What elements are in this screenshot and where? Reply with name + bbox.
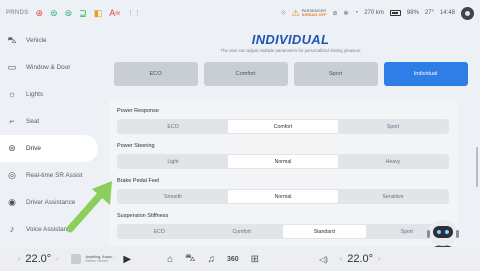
power-response-selector: ECO Comfort Sport: [117, 119, 449, 134]
scrollbar[interactable]: [476, 147, 478, 187]
headlight-icon: ⊜: [50, 7, 58, 18]
drive-mode-panel: INDIVIDUAL The user can adjust multiple …: [101, 27, 480, 246]
music-icon[interactable]: ♫: [207, 254, 215, 265]
app-dock: ⌂ ⛍ ♫ 360 ⊞: [167, 253, 259, 266]
airbag-icon: ⚠: [291, 7, 300, 18]
left-climate: ‹ 22.0° ›: [18, 253, 59, 265]
suspension-standard[interactable]: Standard: [283, 225, 366, 238]
brake-pedal-title: Brake Pedal Feel: [117, 178, 160, 184]
power-steering-title: Power Steering: [117, 143, 155, 149]
home-icon[interactable]: ⌂: [167, 254, 173, 265]
low-beam-icon: ⊒: [79, 7, 87, 18]
fog-light-icon: ⊜: [64, 7, 73, 18]
brake-pedal-normal[interactable]: Normal: [228, 190, 338, 203]
tire-icon: A≈: [109, 8, 121, 18]
power-response-sport[interactable]: Sport: [338, 120, 448, 133]
suspension-comfort[interactable]: Comfort: [201, 225, 284, 238]
lights-icon: ☼: [7, 89, 17, 99]
page-title: INDIVIDUAL: [251, 32, 330, 47]
increase-temp-right-icon[interactable]: ›: [378, 256, 380, 263]
page-subtitle: The user can adjust multiple parameters …: [220, 48, 361, 53]
mode-sport-button[interactable]: Sport: [293, 62, 378, 86]
car-icon: ⛍: [7, 35, 17, 45]
drive-mode-selector: ECO Comfort Sport Individual: [101, 62, 480, 86]
mode-eco-button[interactable]: ECO: [113, 62, 198, 86]
temperature-value: 27°: [424, 10, 434, 16]
battery-icon: [389, 10, 401, 16]
seat-icon: ⌐: [9, 116, 15, 126]
suspension-selector: ECO Comfort Standard Sport: [117, 224, 449, 239]
play-icon[interactable]: ▶: [123, 254, 131, 265]
left-temperature[interactable]: 22.0°: [25, 253, 51, 265]
song-title: Anything, Anyw...: [85, 254, 115, 259]
airbag-state: AIRBAG OFF: [301, 12, 327, 17]
sidebar-item-vehicle[interactable]: ⛍ Vehicle: [0, 27, 100, 54]
voice-icon: ♪: [9, 224, 15, 234]
decrease-temp-left-icon[interactable]: ‹: [18, 256, 20, 263]
increase-temp-left-icon[interactable]: ›: [56, 256, 58, 263]
pointer-arrow-icon: [66, 181, 112, 233]
right-climate: ‹ 22.0° ›: [340, 253, 381, 265]
power-steering-heavy[interactable]: Heavy: [338, 155, 448, 168]
decrease-temp-right-icon[interactable]: ‹: [340, 256, 342, 263]
suspension-eco[interactable]: ECO: [118, 225, 201, 238]
mode-comfort-button[interactable]: Comfort: [203, 62, 288, 86]
sr-assist-icon: ◎: [8, 170, 16, 180]
mode-individual-button[interactable]: Individual: [383, 62, 468, 86]
sidebar-item-drive[interactable]: ⊛ Drive: [0, 135, 98, 162]
individual-settings-panel: Power Response ECO Comfort Sport Power S…: [109, 99, 457, 246]
navigation-icon: ⬦: [281, 9, 286, 16]
power-steering-normal[interactable]: Normal: [228, 155, 338, 168]
avatar[interactable]: [461, 6, 474, 20]
power-response-comfort[interactable]: Comfort: [228, 120, 338, 133]
power-response-eco[interactable]: ECO: [118, 120, 228, 133]
battery-value: 98%: [406, 10, 419, 16]
hold-icon: ⋮⋮: [127, 10, 142, 17]
suspension-title: Suspension Stiffness: [117, 213, 169, 219]
sidebar-item-label: Drive: [26, 145, 41, 152]
apps-grid-icon[interactable]: ⊞: [251, 254, 259, 265]
sidebar-item-window-door[interactable]: ▭ Window & Door: [0, 54, 100, 81]
gear-indicator: PRNDS: [6, 10, 29, 16]
sidebar-item-label: Lights: [26, 91, 44, 98]
right-temperature[interactable]: 22.0°: [347, 253, 373, 265]
brake-pedal-sensitive[interactable]: Sensitive: [338, 190, 448, 203]
clock: 14:48: [439, 10, 455, 16]
airbag-status: ⚠ PASSENGER AIRBAG OFF: [292, 8, 327, 19]
sidebar-item-label: Vehicle: [26, 37, 47, 44]
bottom-dock: ‹ 22.0° › Anything, Anyw... Maren Morris…: [0, 247, 480, 271]
range-value: 270 km: [364, 10, 384, 16]
camera-off-icon: ⊘: [332, 10, 338, 17]
steering-wheel-icon: ⊛: [8, 143, 16, 153]
brake-pedal-selector: Smooth Normal Sensitive: [117, 189, 449, 204]
bluetooth-icon: ✲: [343, 10, 349, 17]
media-player[interactable]: Anything, Anyw... Maren Morris ▶: [70, 254, 131, 265]
sidebar-item-lights[interactable]: ☼ Lights: [0, 81, 100, 108]
sidebar-item-label: Seat: [26, 118, 40, 125]
power-steering-selector: Light Normal Heavy: [117, 154, 449, 169]
album-art: [70, 254, 81, 264]
car-icon[interactable]: ⛍: [185, 253, 195, 266]
fog-warning-icon: ◧: [93, 7, 103, 18]
status-bar: PRNDS ⊛ ⊜ ⊜ ⊒ ◧ A≈ ⋮⋮ ⬦ ⚠ PASSENGER AIRBA…: [0, 0, 480, 26]
sidebar-item-label: Window & Door: [26, 64, 71, 71]
volume-icon[interactable]: ◁): [319, 255, 328, 264]
sidebar-item-label: Voice Assistant: [26, 226, 69, 233]
brake-pedal-smooth[interactable]: Smooth: [118, 190, 228, 203]
song-artist: Maren Morris: [85, 259, 108, 263]
warning-icon: ⊛: [35, 7, 44, 18]
sidebar-item-seat[interactable]: ⌐ Seat: [0, 108, 100, 135]
driver-assist-icon: ◉: [8, 197, 16, 207]
camera-360-icon[interactable]: 360: [227, 256, 239, 263]
power-response-title: Power Response: [117, 108, 159, 114]
signal-icon: ◔: [354, 10, 359, 16]
power-steering-light[interactable]: Light: [118, 155, 228, 168]
window-icon: ▭: [7, 62, 17, 72]
